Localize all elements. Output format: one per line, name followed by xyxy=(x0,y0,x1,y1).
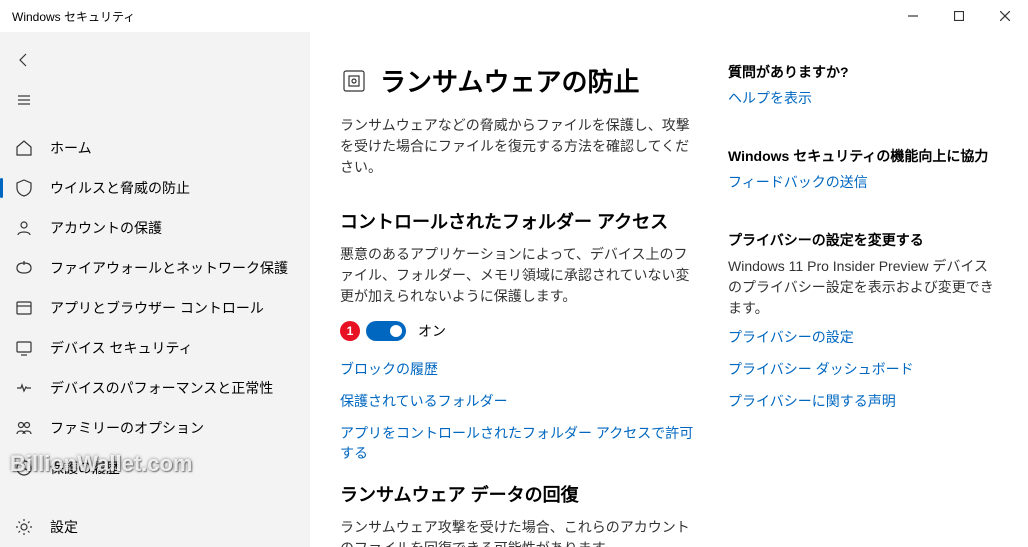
sidebar-item-label: ファミリーのオプション xyxy=(50,418,204,438)
home-icon xyxy=(14,138,34,158)
page-description: ランサムウェアなどの脅威からファイルを保護し、攻撃を受けた場合にファイルを復元す… xyxy=(340,115,698,178)
device-icon xyxy=(14,338,34,358)
privacy-title: プライバシーの設定を変更する xyxy=(728,230,998,250)
annotation-badge: 1 xyxy=(340,321,360,341)
link-feedback[interactable]: フィードバックの送信 xyxy=(728,172,998,192)
firewall-icon xyxy=(14,258,34,278)
history-icon xyxy=(14,458,34,478)
sidebar-item-device-security[interactable]: デバイス セキュリティ xyxy=(0,328,310,368)
sidebar-item-account[interactable]: アカウントの保護 xyxy=(0,208,310,248)
gear-icon xyxy=(14,517,34,537)
sidebar-item-label: デバイス セキュリティ xyxy=(50,338,193,358)
sidebar-item-family[interactable]: ファミリーのオプション xyxy=(0,408,310,448)
sidebar-item-app-browser[interactable]: アプリとブラウザー コントロール xyxy=(0,288,310,328)
recovery-title: ランサムウェア データの回復 xyxy=(340,481,698,507)
sidebar-item-performance[interactable]: デバイスのパフォーマンスと正常性 xyxy=(0,368,310,408)
sidebar: ホーム ウイルスと脅威の防止 アカウントの保護 ファイアウォールとネットワーク保… xyxy=(0,32,310,547)
titlebar: Windows セキュリティ xyxy=(0,0,1028,32)
close-button[interactable] xyxy=(982,0,1028,32)
link-block-history[interactable]: ブロックの履歴 xyxy=(340,359,698,379)
link-allow-app[interactable]: アプリをコントロールされたフォルダー アクセスで許可する xyxy=(340,423,698,463)
sidebar-item-label: アカウントの保護 xyxy=(50,218,162,238)
app-icon xyxy=(14,298,34,318)
main-content: ランサムウェアの防止 ランサムウェアなどの脅威からファイルを保護し、攻撃を受けた… xyxy=(310,32,1028,547)
ransomware-icon xyxy=(340,67,368,95)
window-controls xyxy=(890,0,1028,32)
cfa-toggle-row: 1 オン xyxy=(340,321,698,341)
window-title: Windows セキュリティ xyxy=(12,8,135,25)
sidebar-item-label: ファイアウォールとネットワーク保護 xyxy=(50,258,288,278)
aside: 質問がありますか? ヘルプを表示 Windows セキュリティの機能向上に協力 … xyxy=(728,62,998,547)
cfa-toggle-label: オン xyxy=(418,321,446,341)
page-title: ランサムウェアの防止 xyxy=(380,62,639,99)
link-protected-folders[interactable]: 保護されているフォルダー xyxy=(340,391,698,411)
minimize-button[interactable] xyxy=(890,0,936,32)
sidebar-item-label: 設定 xyxy=(50,517,78,537)
help-title: 質問がありますか? xyxy=(728,62,998,82)
cfa-toggle[interactable] xyxy=(366,321,406,341)
sidebar-item-history[interactable]: 保護の履歴 xyxy=(0,448,310,488)
sidebar-item-label: ホーム xyxy=(50,138,92,158)
cfa-description: 悪意のあるアプリケーションによって、デバイス上のファイル、フォルダー、メモリ領域… xyxy=(340,244,698,307)
menu-button[interactable] xyxy=(4,82,44,118)
recovery-description: ランサムウェア攻撃を受けた場合、これらのアカウントのファイルを回復できる可能性が… xyxy=(340,517,698,547)
account-icon xyxy=(14,218,34,238)
feedback-title: Windows セキュリティの機能向上に協力 xyxy=(728,146,998,166)
cfa-title: コントロールされたフォルダー アクセス xyxy=(340,208,698,234)
sidebar-item-label: 保護の履歴 xyxy=(50,458,120,478)
link-help[interactable]: ヘルプを表示 xyxy=(728,88,998,108)
shield-icon xyxy=(14,178,34,198)
back-button[interactable] xyxy=(4,42,44,78)
maximize-button[interactable] xyxy=(936,0,982,32)
link-privacy-statement[interactable]: プライバシーに関する声明 xyxy=(728,391,998,411)
family-icon xyxy=(14,418,34,438)
sidebar-item-label: ウイルスと脅威の防止 xyxy=(50,178,190,198)
sidebar-item-home[interactable]: ホーム xyxy=(0,128,310,168)
sidebar-item-virus[interactable]: ウイルスと脅威の防止 xyxy=(0,168,310,208)
link-privacy-settings[interactable]: プライバシーの設定 xyxy=(728,327,998,347)
sidebar-item-label: アプリとブラウザー コントロール xyxy=(50,298,264,318)
health-icon xyxy=(14,378,34,398)
sidebar-item-settings[interactable]: 設定 xyxy=(0,507,310,547)
privacy-description: Windows 11 Pro Insider Preview デバイスのプライバ… xyxy=(728,256,998,319)
sidebar-item-firewall[interactable]: ファイアウォールとネットワーク保護 xyxy=(0,248,310,288)
sidebar-item-label: デバイスのパフォーマンスと正常性 xyxy=(50,378,273,398)
link-privacy-dashboard[interactable]: プライバシー ダッシュボード xyxy=(728,359,998,379)
